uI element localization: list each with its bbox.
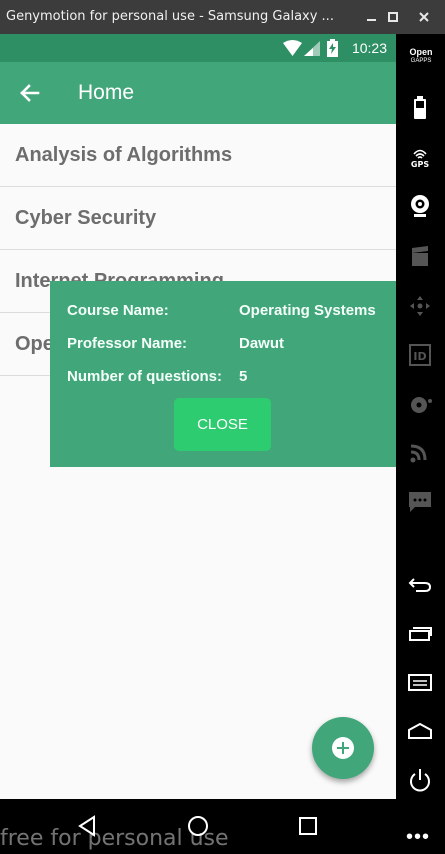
- emulator-toolbar: Open GAPPS GPS ID: [396, 34, 445, 799]
- window-titlebar: Genymotion for personal use - Samsung Ga…: [0, 0, 445, 34]
- arrow-back-icon[interactable]: [16, 79, 44, 107]
- rss-icon[interactable]: [405, 438, 435, 468]
- disk-icon[interactable]: [405, 390, 435, 420]
- list-item[interactable]: Cyber Security: [0, 187, 396, 250]
- professor-name-value: Dawut: [239, 335, 284, 352]
- power-icon[interactable]: [405, 765, 435, 795]
- close-icon[interactable]: [412, 5, 436, 29]
- open-gapps-line1: Open: [409, 47, 433, 57]
- recent-apps-icon[interactable]: [405, 619, 435, 649]
- window-title: Genymotion for personal use - Samsung Ga…: [6, 9, 334, 24]
- page-title: Home: [78, 81, 135, 104]
- sms-icon[interactable]: [405, 487, 435, 517]
- nav-recents-icon[interactable]: [293, 811, 323, 841]
- add-course-button[interactable]: [312, 717, 374, 779]
- signal-icon: [304, 41, 320, 61]
- course-name-label: Course Name:: [67, 302, 169, 319]
- close-button[interactable]: CLOSE: [174, 398, 271, 451]
- menu-icon[interactable]: [405, 667, 435, 697]
- svg-text:ID: ID: [413, 350, 426, 363]
- home-icon[interactable]: [405, 717, 435, 747]
- course-name: Cyber Security: [15, 207, 157, 229]
- list-item[interactable]: Analysis of Algorithms: [0, 124, 396, 187]
- professor-name-label: Professor Name:: [67, 335, 188, 352]
- maximize-icon[interactable]: [381, 5, 405, 29]
- question-count-value: 5: [239, 368, 248, 385]
- app-bar: Home: [0, 62, 396, 124]
- identifiers-icon[interactable]: ID: [405, 340, 435, 370]
- add-circle-icon: [332, 737, 354, 759]
- media-icon[interactable]: [405, 242, 435, 272]
- more-icon[interactable]: •••: [406, 826, 430, 849]
- open-gapps-icon[interactable]: Open GAPPS: [400, 48, 442, 66]
- dpad-icon[interactable]: [405, 291, 435, 321]
- battery-icon[interactable]: [405, 92, 435, 122]
- course-info-dialog: Course Name: Operating Systems Professor…: [50, 281, 396, 467]
- webcam-icon[interactable]: [405, 190, 435, 220]
- gps-icon[interactable]: GPS: [405, 142, 435, 172]
- status-bar: 10:23: [0, 34, 396, 62]
- gps-label: GPS: [411, 160, 429, 169]
- course-name-value: Operating Systems: [239, 302, 376, 319]
- status-clock: 10:23: [351, 40, 387, 56]
- course-name: Analysis of Algorithms: [15, 144, 233, 166]
- battery-charging-icon: [327, 39, 338, 62]
- watermark-text: free for personal use: [0, 826, 229, 851]
- android-screen: 10:23 Home Analysis of Algorithms Cyber …: [0, 34, 396, 799]
- back-icon[interactable]: [405, 569, 435, 599]
- question-count-label: Number of questions:: [67, 368, 223, 385]
- wifi-icon: [283, 40, 302, 61]
- open-gapps-line2: GAPPS: [410, 58, 432, 64]
